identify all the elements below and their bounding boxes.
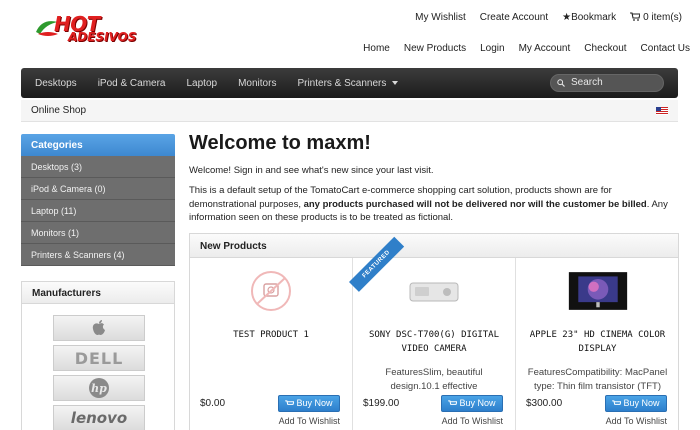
no-image-icon [251, 271, 291, 311]
hp-icon: hp [89, 378, 109, 398]
product-name[interactable]: TEST PRODUCT 1 [198, 328, 344, 342]
cart-link[interactable]: 0 item(s) [630, 12, 682, 23]
create-account-link[interactable]: Create Account [480, 12, 548, 23]
lenovo-logo[interactable]: lenovo [53, 405, 145, 430]
hp-logo-icon[interactable]: hp [53, 375, 145, 401]
nav-new-products[interactable]: New Products [404, 43, 466, 54]
menu-item-desktops[interactable]: Desktops [35, 78, 77, 89]
product-card: FEATURED SONY DSC-T700(G) DIGITAL VIDEO … [349, 236, 516, 430]
nav-home[interactable]: Home [363, 43, 390, 54]
desc-bold: any products purchased will not be deliv… [303, 198, 647, 210]
top-links: My Wishlist Create Account ★Bookmark 0 i… [415, 12, 682, 23]
cart-icon [285, 400, 296, 405]
manufacturers-box: Manufacturers DELL hp lenovo [21, 281, 175, 430]
category-item-laptop[interactable]: Laptop (11) [21, 200, 175, 222]
search-icon [557, 79, 565, 87]
nav-contact[interactable]: Contact Us [641, 43, 690, 54]
cart-icon [630, 12, 641, 21]
add-to-wishlist-link[interactable]: Add To Wishlist [606, 416, 667, 426]
camera-image-icon [409, 282, 459, 302]
menu-item-ipod-camera[interactable]: iPod & Camera [98, 78, 166, 89]
product-image[interactable] [568, 270, 628, 312]
product-card: TEST PRODUCT 1 $0.00 Buy Now Add To Wish… [190, 258, 353, 430]
new-products-heading: New Products [190, 234, 678, 258]
page-title: Welcome to maxm! [189, 132, 371, 154]
apple-icon [92, 320, 105, 335]
us-flag-icon[interactable] [656, 107, 668, 115]
category-list: Desktops (3) iPod & Camera (0) Laptop (1… [21, 156, 175, 266]
nav-login[interactable]: Login [480, 43, 504, 54]
product-image[interactable] [241, 270, 301, 312]
categories-heading: Categories [21, 134, 175, 156]
search-input[interactable]: Search [550, 74, 664, 92]
product-price: $0.00 [200, 398, 226, 409]
nav-my-account[interactable]: My Account [519, 43, 571, 54]
add-to-wishlist-link[interactable]: Add To Wishlist [442, 416, 503, 426]
category-menu-bar: Desktops iPod & Camera Laptop Monitors P… [21, 68, 678, 98]
category-item-ipod-camera[interactable]: iPod & Camera (0) [21, 178, 175, 200]
menu-item-laptop[interactable]: Laptop [187, 78, 218, 89]
product-name[interactable]: SONY DSC-T700(G) DIGITAL VIDEO CAMERA [361, 328, 507, 356]
cart-icon [612, 400, 623, 405]
apple-logo-icon[interactable] [53, 315, 145, 341]
welcome-intro: Welcome! Sign in and see what's new sinc… [189, 165, 434, 176]
site-logo[interactable]: HOT ADESIVOS [32, 12, 136, 46]
cart-icon [448, 400, 459, 405]
bookmark-link[interactable]: ★Bookmark [562, 12, 616, 23]
manufacturers-heading: Manufacturers [22, 282, 174, 304]
menu-item-printers-label: Printers & Scanners [297, 77, 387, 89]
product-price: $199.00 [363, 398, 400, 409]
buy-now-button[interactable]: Buy Now [441, 395, 503, 412]
category-item-desktops[interactable]: Desktops (3) [21, 156, 175, 178]
product-price: $300.00 [526, 398, 563, 409]
buy-now-label: Buy Now [623, 398, 660, 408]
dell-logo[interactable]: DELL [53, 345, 145, 371]
store-description: This is a default setup of the TomatoCar… [189, 184, 679, 225]
category-item-printers-scanners[interactable]: Printers & Scanners (4) [21, 244, 175, 266]
add-to-wishlist-link[interactable]: Add To Wishlist [279, 416, 340, 426]
buy-now-button[interactable]: Buy Now [605, 395, 667, 412]
buy-now-label: Buy Now [296, 398, 333, 408]
product-name[interactable]: APPLE 23" HD CINEMA COLOR DISPLAY [524, 328, 671, 356]
my-wishlist-link[interactable]: My Wishlist [415, 12, 466, 23]
cart-count: 0 item(s) [643, 12, 682, 23]
main-nav: Home New Products Login My Account Check… [363, 43, 690, 54]
menu-item-monitors[interactable]: Monitors [238, 78, 276, 89]
breadcrumb-online-shop[interactable]: Online Shop [31, 105, 86, 116]
product-card: APPLE 23" HD CINEMA COLOR DISPLAY Featur… [516, 258, 678, 430]
svg-text:hp: hp [91, 382, 107, 395]
search-placeholder: Search [571, 77, 603, 88]
breadcrumb: Online Shop [21, 100, 678, 122]
buy-now-button[interactable]: Buy Now [278, 395, 340, 412]
product-description: FeaturesCompatibility: MacPanel type: Th… [527, 367, 668, 392]
chevron-down-icon [392, 80, 399, 85]
product-image[interactable] [404, 270, 464, 312]
new-products-box: New Products TEST PRODUCT 1 $0.00 Buy No… [189, 233, 679, 430]
menu-item-printers-scanners[interactable]: Printers & Scanners [297, 77, 399, 89]
product-description: FeaturesSlim, beautiful design.10.1 effe… [385, 367, 483, 392]
buy-now-label: Buy Now [459, 398, 496, 408]
monitor-image-icon [568, 272, 627, 310]
category-item-monitors[interactable]: Monitors (1) [21, 222, 175, 244]
logo-subtitle: ADESIVOS [68, 30, 137, 44]
nav-checkout[interactable]: Checkout [584, 43, 626, 54]
